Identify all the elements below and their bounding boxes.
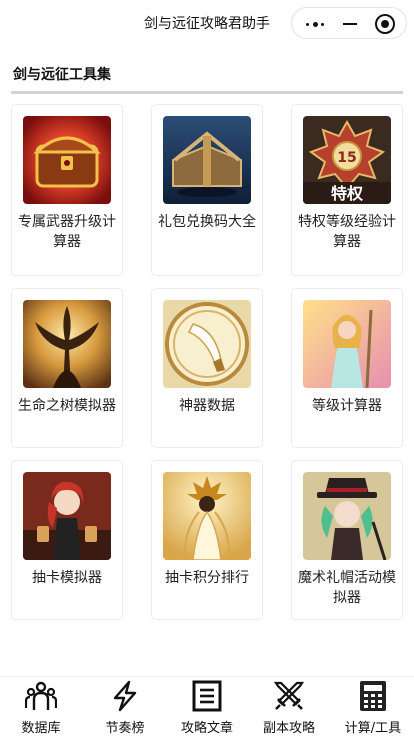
tab-guides[interactable]: 攻略文章	[172, 677, 242, 736]
tool-label: 魔术礼帽活动模拟器	[298, 570, 396, 606]
privilege-badge-icon: 15 特权	[303, 116, 391, 204]
tool-label: 专属武器升级计算器	[18, 214, 116, 250]
people-icon	[25, 681, 57, 710]
gift-chest-icon	[163, 116, 251, 204]
tool-card-tree-of-life[interactable]: 生命之树模拟器	[11, 288, 123, 448]
tab-calculators-tools[interactable]: 计算/工具	[338, 677, 408, 736]
calculator-icon	[360, 681, 386, 711]
tool-card-summon-ranking[interactable]: 抽卡积分排行	[151, 460, 263, 620]
badge-text: 特权	[331, 184, 364, 203]
section-divider	[11, 91, 403, 94]
minimize-icon[interactable]	[343, 23, 357, 25]
article-icon	[192, 680, 222, 712]
badge-number: 15	[337, 150, 356, 166]
tab-label: 节奏榜	[105, 721, 145, 736]
lightning-icon	[113, 680, 137, 712]
crossed-swords-icon	[273, 681, 305, 710]
magic-hat-icon	[303, 472, 391, 560]
tool-label: 抽卡模拟器	[32, 570, 102, 586]
tool-card-gift-codes[interactable]: 礼包兑换码大全	[151, 104, 263, 276]
bottom-tab-bar: 数据库 节奏榜 攻略文章 副本攻略 计算/工具	[0, 676, 414, 736]
tool-card-artifact-data[interactable]: 神器数据	[151, 288, 263, 448]
more-dots-icon[interactable]	[306, 21, 326, 27]
target-close-icon[interactable]	[375, 14, 395, 34]
tool-label: 礼包兑换码大全	[158, 214, 256, 230]
tool-label: 等级计算器	[312, 398, 382, 414]
tool-label: 生命之树模拟器	[18, 398, 116, 414]
tool-card-privilege-exp[interactable]: 15 特权 特权等级经验计算器	[291, 104, 403, 276]
section-title: 剑与远征工具集	[13, 67, 111, 83]
tab-database[interactable]: 数据库	[6, 677, 76, 736]
tool-card-magic-hat[interactable]: 魔术礼帽活动模拟器	[291, 460, 403, 620]
tab-label: 计算/工具	[344, 721, 402, 736]
summon-hero-icon	[23, 472, 111, 560]
tree-of-life-icon	[23, 300, 111, 388]
artifact-icon	[163, 300, 251, 388]
tab-tier-list[interactable]: 节奏榜	[90, 677, 160, 736]
tool-label: 特权等级经验计算器	[298, 214, 396, 250]
top-navigation-bar: 剑与远征攻略君助手	[0, 0, 414, 46]
summon-ranking-icon	[163, 472, 251, 560]
treasure-chest-icon	[23, 116, 111, 204]
tool-label: 抽卡积分排行	[165, 570, 249, 586]
tab-label: 副本攻略	[262, 721, 315, 736]
tool-card-summon-simulator[interactable]: 抽卡模拟器	[11, 460, 123, 620]
mini-program-capsule	[291, 7, 407, 39]
level-hero-icon	[303, 300, 391, 388]
tool-card-weapon-upgrade[interactable]: 专属武器升级计算器	[11, 104, 123, 276]
tab-label: 攻略文章	[180, 721, 233, 736]
tool-card-level-calculator[interactable]: 等级计算器	[291, 288, 403, 448]
tool-label: 神器数据	[179, 398, 235, 414]
tab-label: 数据库	[21, 721, 61, 736]
tab-dungeon-guides[interactable]: 副本攻略	[254, 677, 324, 736]
